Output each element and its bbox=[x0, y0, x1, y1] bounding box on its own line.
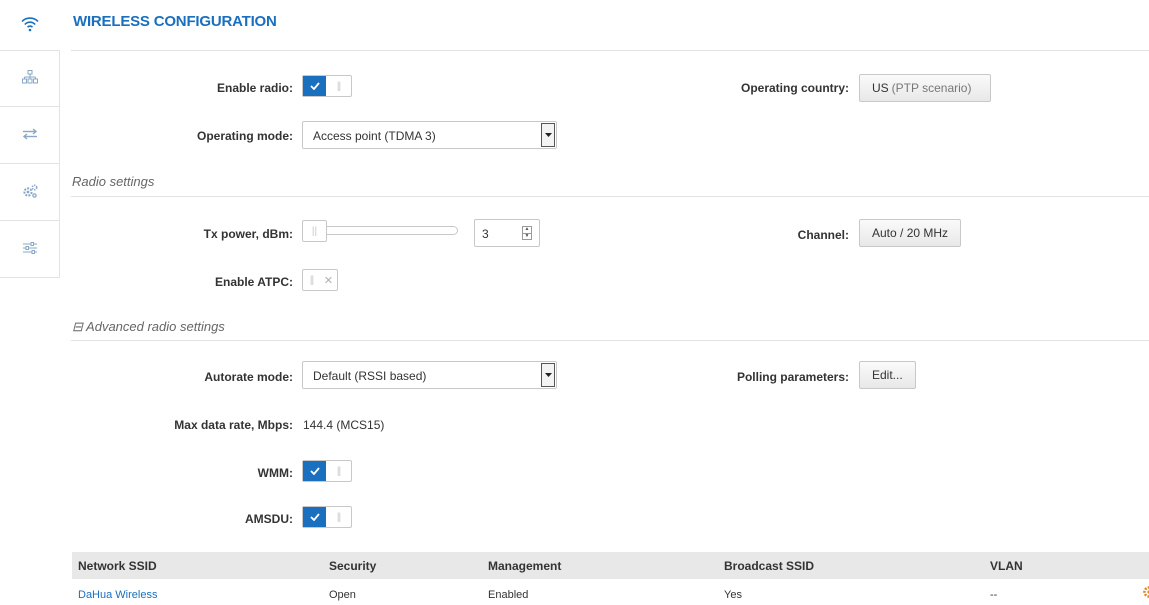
table-row[interactable]: DaHua Wireless Open Enabled Yes -- bbox=[72, 579, 1149, 605]
wmm-label: WMM: bbox=[257, 466, 293, 480]
sidebar-item-settings[interactable] bbox=[0, 221, 59, 278]
advanced-radio-settings-title: Advanced radio settings bbox=[86, 319, 225, 334]
max-data-rate-value: 144.4 (MCS15) bbox=[303, 418, 385, 432]
radio-settings-title: Radio settings bbox=[72, 174, 155, 189]
checkmark-icon bbox=[303, 461, 326, 481]
sidebar bbox=[0, 0, 60, 605]
tx-power-spinner[interactable]: 3 ▲ ▼ bbox=[474, 219, 540, 247]
chevron-down-icon bbox=[541, 123, 555, 147]
operating-country-suffix: (PTP scenario) bbox=[891, 81, 972, 95]
collapse-icon: ⊟ bbox=[72, 319, 83, 334]
toggle-grip-icon: || bbox=[309, 274, 314, 286]
polling-parameters-label: Polling parameters: bbox=[736, 370, 849, 384]
autorate-mode-value: Default (RSSI based) bbox=[313, 369, 427, 383]
ssid-link[interactable]: DaHua Wireless bbox=[78, 589, 157, 601]
enable-atpc-label: Enable ATPC: bbox=[214, 275, 293, 289]
toggle-grip-icon: || bbox=[336, 80, 341, 92]
network-tree-icon bbox=[21, 70, 38, 87]
operating-mode-select[interactable]: Access point (TDMA 3) bbox=[302, 121, 557, 149]
sidebar-item-network[interactable] bbox=[0, 50, 59, 107]
enable-radio-label: Enable radio: bbox=[216, 81, 293, 95]
operating-country-label: Operating country: bbox=[740, 81, 849, 95]
management-cell: Enabled bbox=[488, 589, 529, 601]
operating-country-value: US bbox=[872, 81, 889, 95]
transfer-arrows-icon bbox=[22, 127, 38, 143]
column-header-security[interactable]: Security bbox=[329, 559, 376, 573]
polling-edit-button[interactable]: Edit... bbox=[859, 361, 916, 389]
tx-power-slider[interactable]: || bbox=[302, 220, 458, 242]
broadcast-ssid-cell: Yes bbox=[724, 589, 742, 601]
amsdu-toggle[interactable]: || bbox=[302, 506, 352, 528]
gears-icon bbox=[22, 183, 38, 201]
sliders-icon bbox=[22, 241, 38, 257]
polling-edit-label: Edit... bbox=[872, 368, 903, 382]
stepper-arrows-icon[interactable]: ▲ ▼ bbox=[522, 226, 532, 240]
enable-radio-toggle[interactable]: || bbox=[302, 75, 352, 97]
channel-button[interactable]: Auto / 20 MHz bbox=[859, 219, 961, 247]
operating-mode-value: Access point (TDMA 3) bbox=[313, 129, 436, 143]
wmm-toggle[interactable]: || bbox=[302, 460, 352, 482]
slider-handle[interactable]: || bbox=[302, 220, 327, 242]
tx-power-value: 3 bbox=[482, 227, 489, 241]
operating-country-button[interactable]: US (PTP scenario) bbox=[859, 74, 991, 102]
wireless-nav[interactable] bbox=[0, 0, 60, 50]
toggle-grip-icon: || bbox=[336, 511, 341, 523]
sidebar-item-routing[interactable] bbox=[0, 107, 59, 164]
autorate-mode-select[interactable]: Default (RSSI based) bbox=[302, 361, 557, 389]
side-nav bbox=[0, 50, 60, 278]
channel-value: Auto / 20 MHz bbox=[872, 226, 949, 240]
sidebar-item-services[interactable] bbox=[0, 164, 59, 221]
column-header-vlan[interactable]: VLAN bbox=[990, 559, 1023, 573]
settings-gear-icon[interactable] bbox=[1141, 586, 1149, 601]
vlan-cell: -- bbox=[990, 589, 998, 601]
radio-settings-divider bbox=[71, 196, 1149, 197]
tx-power-label: Tx power, dBm: bbox=[203, 227, 293, 241]
checkmark-icon bbox=[303, 507, 326, 527]
header-divider bbox=[71, 50, 1149, 51]
column-header-management[interactable]: Management bbox=[488, 559, 561, 573]
ssid-table: Network SSID Security Management Broadca… bbox=[72, 552, 1149, 605]
advanced-radio-settings-header[interactable]: ⊟ Advanced radio settings bbox=[72, 319, 225, 335]
max-data-rate-label: Max data rate, Mbps: bbox=[174, 418, 293, 432]
wifi-icon bbox=[21, 16, 39, 35]
page-title: WIRELESS CONFIGURATION bbox=[73, 13, 277, 30]
table-header: Network SSID Security Management Broadca… bbox=[72, 552, 1149, 579]
operating-mode-label: Operating mode: bbox=[196, 129, 293, 143]
toggle-grip-icon: || bbox=[336, 465, 341, 477]
checkmark-icon bbox=[303, 76, 326, 96]
enable-atpc-toggle[interactable]: || ✕ bbox=[302, 269, 338, 291]
advanced-divider bbox=[71, 340, 1149, 341]
channel-label: Channel: bbox=[797, 228, 849, 242]
column-header-broadcast-ssid[interactable]: Broadcast SSID bbox=[724, 559, 814, 573]
close-icon: ✕ bbox=[323, 274, 334, 287]
autorate-mode-label: Autorate mode: bbox=[204, 370, 293, 384]
column-header-network-ssid[interactable]: Network SSID bbox=[78, 559, 157, 573]
chevron-down-icon bbox=[541, 363, 555, 387]
security-cell: Open bbox=[329, 589, 356, 601]
amsdu-label: AMSDU: bbox=[245, 512, 293, 526]
